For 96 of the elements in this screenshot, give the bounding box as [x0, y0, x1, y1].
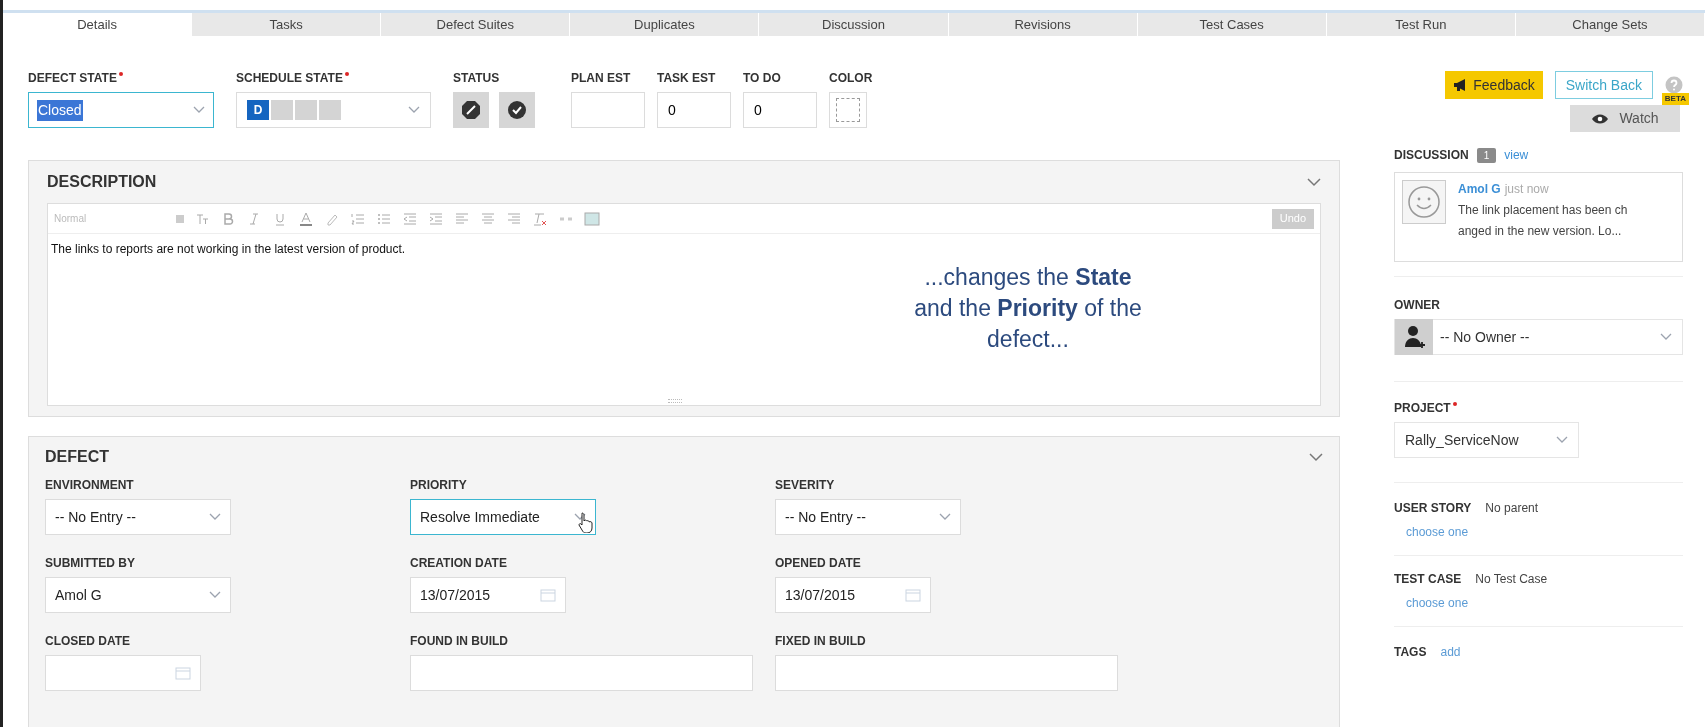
check-icon — [507, 100, 527, 120]
align-right-icon[interactable] — [506, 210, 522, 227]
input-field[interactable]: 0 — [743, 92, 817, 128]
input-field[interactable] — [571, 92, 645, 128]
section-title: DESCRIPTION — [47, 172, 157, 192]
chevron-icon — [1660, 333, 1672, 341]
state-step[interactable] — [271, 100, 293, 120]
field-label: SUBMITTED BY — [45, 555, 135, 572]
watch-button[interactable]: Watch — [1570, 105, 1680, 132]
field-label: TASK EST — [657, 70, 716, 87]
chevron-icon — [408, 106, 420, 114]
chevron-icon — [193, 106, 205, 114]
field-label: STATUS — [453, 70, 500, 87]
field-label: OWNER — [1394, 297, 1440, 314]
date-field[interactable]: 13/07/2015 — [410, 577, 566, 613]
project-select[interactable]: Rally_ServiceNow — [1394, 422, 1579, 458]
field-label: PROJECT — [1394, 400, 1451, 417]
field-label: FOUND IN BUILD — [410, 633, 508, 650]
field-label: USER STORY — [1394, 500, 1472, 517]
tab[interactable]: Defect Suites — [381, 13, 571, 36]
comment-time: just now — [1504, 181, 1549, 198]
tab[interactable]: Tasks — [192, 13, 382, 36]
chevron-icon — [1556, 436, 1568, 444]
tab[interactable]: Revisions — [948, 13, 1138, 36]
tab[interactable]: Change Sets — [1515, 13, 1705, 36]
field-label: CREATION DATE — [410, 555, 507, 572]
calendar-icon — [540, 588, 556, 602]
field-label: TAGS — [1394, 644, 1427, 661]
eye-icon — [1591, 112, 1610, 125]
field-label: FIXED IN BUILD — [775, 633, 866, 650]
state-step[interactable]: D — [247, 100, 269, 120]
select-field[interactable]: Closed — [28, 92, 214, 128]
avatar-icon — [1402, 180, 1446, 224]
field-label: DEFECT STATE — [28, 70, 117, 87]
count-badge: 1 — [1476, 147, 1497, 163]
comment-text: The link placement has been ch — [1458, 202, 1628, 219]
date-field[interactable]: 13/07/2015 — [775, 577, 931, 613]
section-title: DEFECT — [45, 447, 109, 467]
indent-icon[interactable] — [428, 210, 444, 227]
input-field[interactable] — [410, 655, 753, 691]
field-label: SCHEDULE STATE — [236, 70, 343, 87]
field-label: TO DO — [743, 70, 781, 87]
blocked-icon — [461, 100, 481, 120]
field-label: CLOSED DATE — [45, 633, 131, 650]
comment-text: anged in the new version. Lo... — [1458, 223, 1623, 240]
image-icon[interactable] — [584, 210, 600, 227]
field-label: OPENED DATE — [775, 555, 861, 572]
add-user-icon — [1395, 319, 1433, 355]
field-value: No parent — [1485, 500, 1539, 517]
tab[interactable]: Test Cases — [1137, 13, 1327, 36]
select-field[interactable]: Resolve Immediate — [410, 499, 596, 535]
tab[interactable]: Test Run — [1326, 13, 1516, 36]
state-step[interactable] — [295, 100, 317, 120]
align-left-icon[interactable] — [454, 210, 470, 227]
description-text: The links to reports are not working in the latest version of product. — [51, 241, 406, 258]
field-label: ENVIRONMENT — [45, 477, 134, 494]
tab[interactable]: Duplicates — [570, 13, 760, 36]
chevron-icon — [209, 513, 221, 521]
text-color-icon[interactable] — [298, 210, 314, 227]
state-step[interactable] — [319, 100, 341, 120]
calendar-icon — [905, 588, 921, 602]
field-label: COLOR — [829, 70, 873, 87]
help-icon[interactable] — [1665, 76, 1683, 94]
align-center-icon[interactable] — [480, 210, 496, 227]
status-button[interactable] — [499, 92, 535, 128]
feedback-button[interactable]: Feedback — [1445, 71, 1543, 99]
beta-badge: BETA — [1661, 93, 1689, 105]
select-field[interactable]: Amol G — [45, 577, 231, 613]
field-label: PLAN EST — [571, 70, 631, 87]
field-label: TEST CASE — [1394, 571, 1462, 588]
outdent-icon[interactable] — [402, 210, 418, 227]
select-field[interactable]: -- No Entry -- — [775, 499, 961, 535]
calendar-icon — [175, 666, 191, 680]
input-field[interactable]: 0 — [657, 92, 731, 128]
tab[interactable]: Discussion — [759, 13, 949, 36]
date-field[interactable] — [45, 655, 201, 691]
chevron-icon — [209, 591, 221, 599]
select-field[interactable]: -- No Entry -- — [45, 499, 231, 535]
status-button[interactable] — [453, 92, 489, 128]
field-label: PRIORITY — [410, 477, 467, 494]
view-link[interactable]: view — [1504, 146, 1529, 164]
field-label: SEVERITY — [775, 477, 835, 494]
color-swatch[interactable] — [829, 92, 867, 128]
field-label: DISCUSSION — [1394, 147, 1469, 164]
collapse-icon[interactable] — [1309, 452, 1323, 462]
input-field[interactable] — [775, 655, 1118, 691]
field-value: No Test Case — [1475, 571, 1548, 588]
resize-handle-icon[interactable] — [668, 399, 682, 403]
collapse-icon[interactable] — [1307, 177, 1321, 187]
owner-select[interactable]: -- No Owner -- — [1394, 319, 1683, 355]
comment-author[interactable]: Amol G — [1458, 180, 1501, 198]
chevron-icon — [939, 513, 951, 521]
pointer-hand-icon — [577, 511, 595, 533]
clear-format-icon[interactable] — [532, 210, 548, 227]
schedule-state-field[interactable]: D — [236, 92, 431, 128]
video-caption: ...changes the State and the Priority of the defect... — [913, 263, 1143, 354]
